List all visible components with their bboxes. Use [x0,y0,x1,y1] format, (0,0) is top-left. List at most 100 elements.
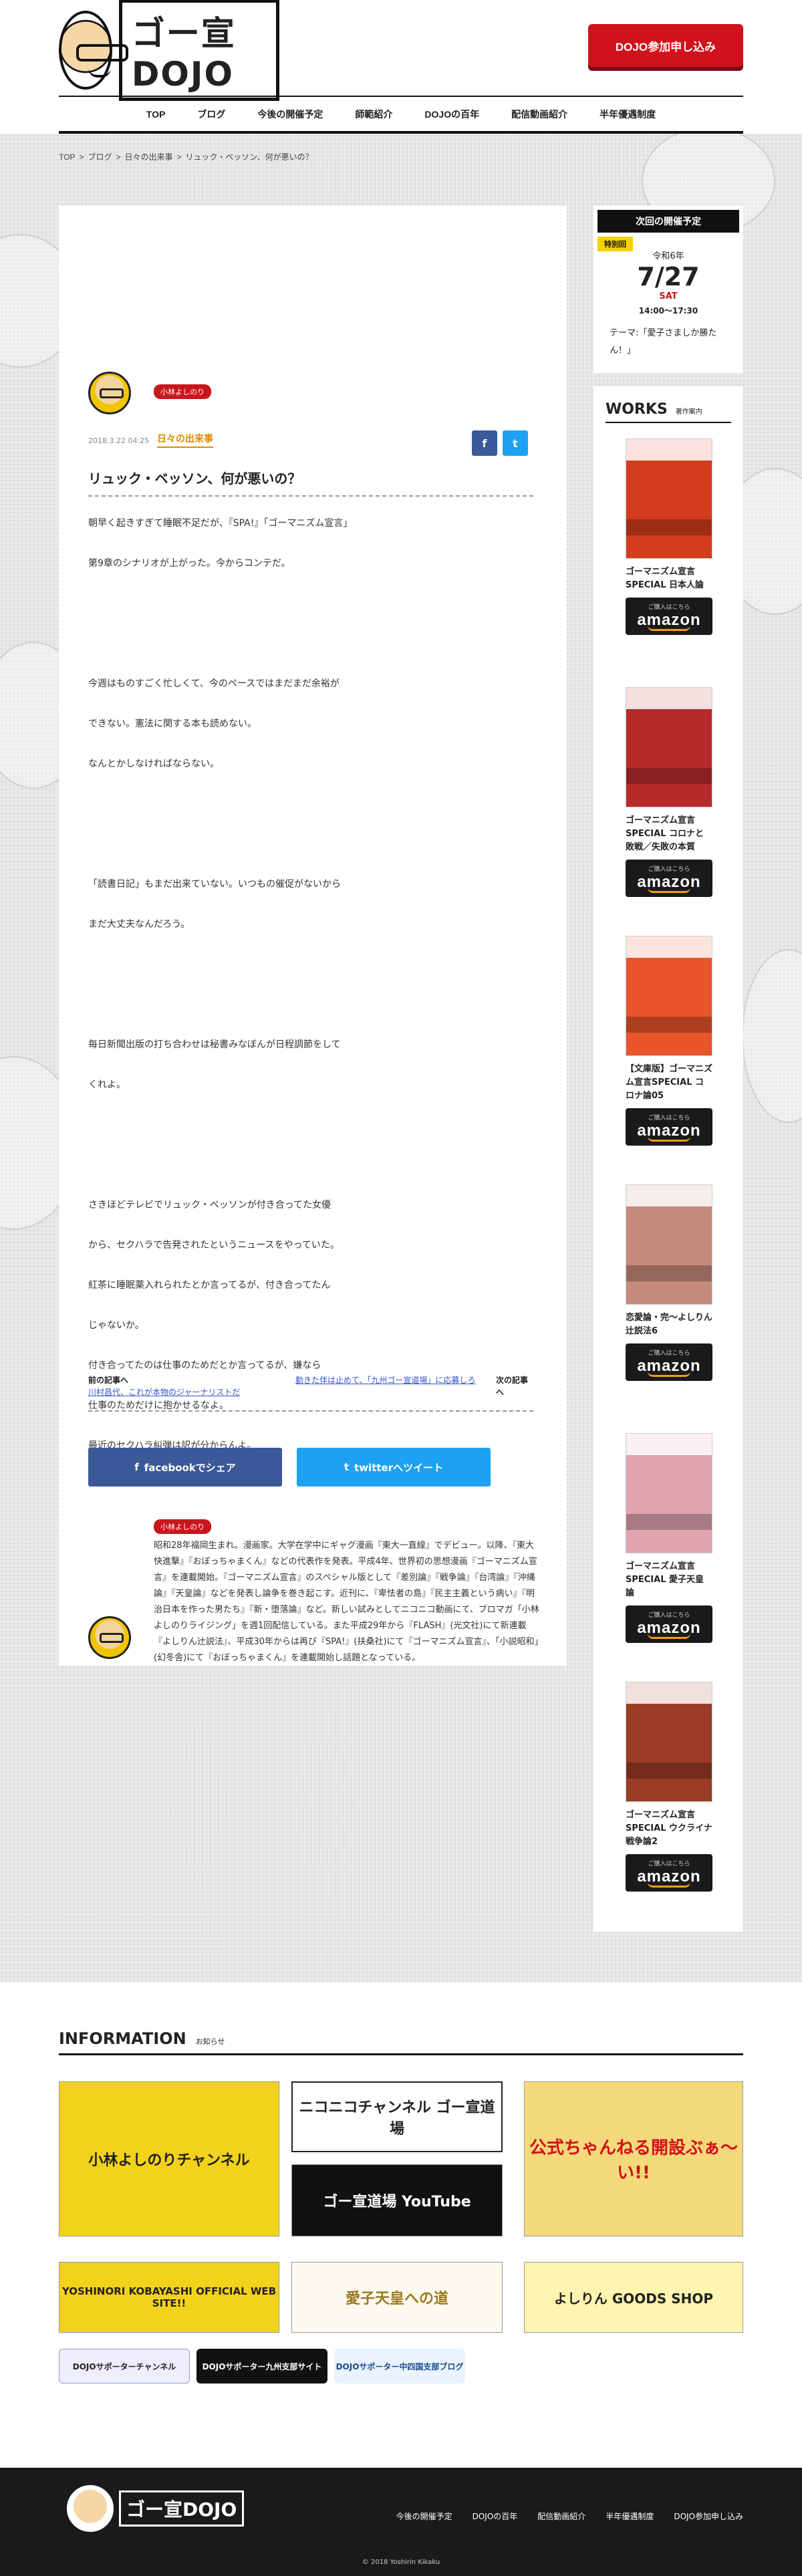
amazon-buy-small-label: ご購入はこちら [648,1860,690,1867]
amazon-smile-icon [648,1136,690,1142]
event-time: 14:00〜17:30 [638,306,698,315]
footer-logo[interactable]: ゴー宣DOJO [67,2485,245,2532]
author-tag[interactable]: 小林よしのり [154,384,211,399]
amazon-buy-button[interactable]: ご購入はこちら amazon [626,1108,712,1146]
global-nav: TOP ブログ 今後の開催予定 師範紹介 DOJOの百年 配信動画紹介 半年優遇… [59,96,743,134]
amazon-buy-button[interactable]: ご購入はこちら amazon [626,598,712,635]
works-heading: WORKS 著作案内 [606,401,731,423]
book-cover[interactable] [626,1433,712,1553]
breadcrumb-separator: > [176,152,182,162]
logo-text: ゴー宣DOJO [118,0,279,101]
twitter-share-label: twitterへツイート [354,1461,444,1474]
amazon-buy-small-label: ご購入はこちら [648,1114,690,1122]
footer-nav-videos[interactable]: 配信動画紹介 [537,2510,585,2522]
book-cover[interactable] [626,1682,712,1802]
amazon-buy-button[interactable]: ご購入はこちら amazon [626,1854,712,1892]
information-section: INFORMATION お知らせ 小林よしのりチャンネル ニコニコチャンネル ゴ… [0,1982,802,2468]
breadcrumb-blog[interactable]: ブログ [88,152,112,162]
amazon-smile-icon [648,1882,690,1888]
amazon-smile-icon [648,888,690,893]
nav-blog[interactable]: ブログ [181,108,241,121]
post-category[interactable]: 日々の出来事 [157,432,213,448]
banner-youtube-dojo[interactable]: ゴー宣道場 YouTube [291,2164,503,2236]
prev-post-link[interactable]: 川村昌代、これが本物のジャーナリストだ [88,1386,240,1398]
author-avatar [88,372,131,414]
author-profile: 昭和28年福岡生まれ。漫画家。大学在学中にギャグ漫画『東大一直線』でデビュー。以… [154,1541,539,1663]
facebook-share-icon[interactable]: f [472,430,497,456]
footer-nav-history[interactable]: DOJOの百年 [473,2510,518,2522]
profile-avatar [88,1616,131,1659]
breadcrumb-separator: > [116,152,121,162]
amazon-buy-button[interactable]: ご購入はこちら amazon [626,1605,712,1643]
post-body: 朝早く起きすぎて睡眠不足だが、『SPA!』「ゴーマニズム宣言」 第9章のシナリオが… [88,503,533,1466]
nav-top[interactable]: TOP [130,109,182,120]
post-spacer [88,944,533,985]
breadcrumb-category[interactable]: 日々の出来事 [125,152,173,162]
post-paragraph: 今週はものすごく忙しくて、今のペースではまだまだ余裕が [88,678,340,689]
work-item: ゴーマニズム宣言SPECIAL 愛子天皇論 ご購入はこちら amazon [626,1433,712,1643]
dojo-join-button[interactable]: DOJO参加申し込み [588,24,743,67]
work-item: ゴーマニズム宣言SPECIAL ウクライナ戦争論2 ご購入はこちら amazon [626,1682,712,1892]
book-title: ゴーマニズム宣言SPECIAL 日本人論 [626,567,704,590]
breadcrumb-separator: > [79,152,84,162]
twitter-share-icon[interactable]: t [503,430,528,456]
work-item: ゴーマニズム宣言SPECIAL コロナと敗戦／失敗の本質 ご購入はこちら amazo… [626,687,712,897]
nav-masters[interactable]: 師範紹介 [339,108,408,121]
footer-nav-join[interactable]: DOJO参加申し込み [674,2510,743,2522]
adjacent-posts: 前の記事へ 川村昌代、これが本物のジャーナリストだ 勤きた伴は止めて、「九州ゴー… [88,1362,533,1412]
amazon-smile-icon [648,626,690,631]
next-post-link[interactable]: 勤きた伴は止めて、「九州ゴー宣道場」に応募しろ [295,1374,475,1386]
facebook-share-label: facebookでシェア [144,1461,236,1474]
banner-nico-dojo[interactable]: ニコニコチャンネル ゴー宣道場 [291,2081,503,2152]
footer-nav-membership[interactable]: 半年優遇制度 [606,2510,654,2522]
post-date: 2018.3.22 04:25 [88,436,150,445]
banner-goods-shop[interactable]: よしりん GOODS SHOP [524,2262,743,2333]
post-paragraph: から、セクハラで告発されたというニュースをやっていた。 [88,1240,340,1251]
banner-aiko-tenno[interactable]: 愛子天皇への道 [291,2262,503,2333]
nav-videos[interactable]: 配信動画紹介 [495,108,583,121]
banner-official-website[interactable]: YOSHINORI KOBAYASHI OFFICIAL WEB SITE!! [59,2262,279,2333]
post-paragraph: できない。憲法に関する本も読めない。 [88,719,257,729]
amazon-buy-button[interactable]: ご購入はこちら amazon [626,860,712,897]
amazon-buy-button[interactable]: ご購入はこちら amazon [626,1343,712,1381]
post-spacer [88,985,533,1025]
twitter-share-button[interactable]: t twitterへツイート [297,1448,491,1487]
profile-author-tag[interactable]: 小林よしのり [154,1519,211,1534]
banner-supporter-channel[interactable]: DOJOサポーターチャンネル [59,2349,190,2384]
event-weekday: SAT [659,291,678,301]
banner-official-youtube[interactable]: 公式ちゃんねる開設ぶぁ〜い!! [524,2081,743,2236]
book-cover[interactable] [626,1184,712,1305]
post-paragraph: なんとかしなければならない。 [88,759,219,769]
breadcrumb-top[interactable]: TOP [59,152,75,162]
post-spacer [88,1145,533,1185]
nav-schedule[interactable]: 今後の開催予定 [241,108,339,121]
nav-membership[interactable]: 半年優遇制度 [583,108,672,121]
book-title: 【文庫版】ゴーマニズム宣言SPECIAL コロナ論05 [626,1064,713,1101]
site-footer: ゴー宣DOJO 今後の開催予定 DOJOの百年 配信動画紹介 半年優遇制度 DO… [0,2468,802,2576]
post-spacer [88,824,533,864]
book-cover[interactable] [626,438,712,559]
prev-post-label: 前の記事へ [88,1376,129,1385]
site-logo[interactable]: ゴー宣DOJO [59,0,279,101]
nav-history[interactable]: DOJOの百年 [408,108,495,121]
banner-kyushu-site[interactable]: DOJOサポーター九州支部サイト [196,2349,327,2384]
book-cover[interactable] [626,687,712,807]
work-item: ゴーマニズム宣言SPECIAL 日本人論ご購入はこちら amazon [626,438,712,635]
next-post-label: 次の記事へ [496,1376,529,1397]
book-cover[interactable] [626,936,712,1056]
book-title: 恋愛論・完〜よしりん辻説法6 [626,1313,713,1336]
facebook-share-button[interactable]: f facebookでシェア [88,1448,282,1487]
work-item: 【文庫版】ゴーマニズム宣言SPECIAL コロナ論05 ご購入はこちら amazon [626,936,712,1146]
post-spacer [88,784,533,824]
post-paragraph: くれよ。 [88,1079,126,1090]
banner-chushikoku-blog[interactable]: DOJOサポーター中四国支部ブログ [334,2349,465,2384]
post-spacer [88,624,533,664]
amazon-smile-icon [648,1372,690,1377]
next-event-widget[interactable]: 次回の開催予定 特別回 令和6年 7/27 SAT 14:00〜17:30 テー… [593,206,743,373]
breadcrumb: TOP > ブログ > 日々の出来事 > リュック・ベッソン、何が悪いの？ [59,151,313,162]
banner-yoshinori-channel[interactable]: 小林よしのりチャンネル [59,2081,279,2236]
book-title: ゴーマニズム宣言SPECIAL 愛子天皇論 [626,1561,704,1598]
article-card: 小林よしのり 2018.3.22 04:25 日々の出来事 f t リュック・ベ… [59,206,567,1666]
footer-nav-schedule[interactable]: 今後の開催予定 [396,2510,452,2522]
post-paragraph: さきほどテレビでリュック・ベッソンが付き合ってた女優 [88,1200,331,1210]
